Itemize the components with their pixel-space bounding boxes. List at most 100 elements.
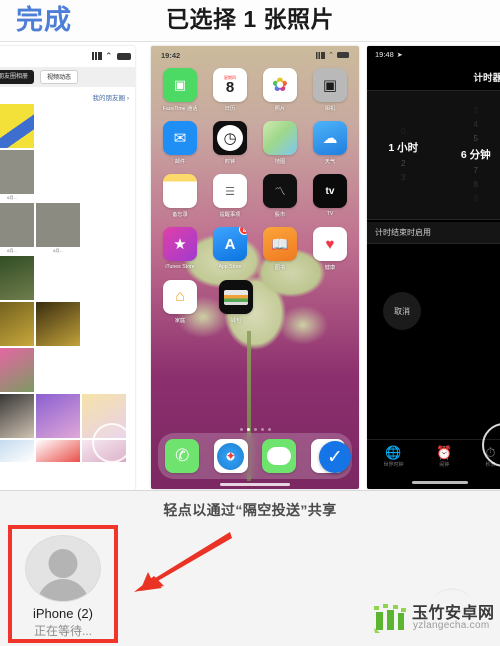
app-icon-weather[interactable]: ☁ 天气 <box>310 121 350 165</box>
grid-photo[interactable] <box>36 203 80 247</box>
timer-end-sound-row[interactable]: 计时结束时启用 <box>367 222 500 244</box>
minute-option[interactable]: 8 <box>474 178 478 192</box>
clock-tab-bar: 🌐 世界时钟 ⏰ 闹钟 ⏱ 秒表 <box>367 439 500 473</box>
grid-photo[interactable] <box>0 203 34 247</box>
grid-photo[interactable] <box>0 104 34 148</box>
moments-photo-grid: 6月... 6月... 6月... <box>0 104 135 464</box>
status-icons: ⌃ <box>316 51 349 59</box>
app-icon-wallet[interactable]: 钱包 <box>216 280 256 324</box>
tab-alarm[interactable]: ⏰ 闹钟 <box>436 446 452 468</box>
app-icon-home[interactable]: ⌂ 家庭 <box>160 280 200 324</box>
grid-row: 6月... 6月... <box>0 203 135 254</box>
photo-thumbnail-wechat[interactable]: ⌃ 朋友圈相册 视频动态 我的朋友圈 › 6月... 6月... 6月... <box>0 46 135 491</box>
grid-photo[interactable] <box>0 348 34 392</box>
hour-option[interactable]: 0 <box>401 125 405 139</box>
app-label: 时钟 <box>224 159 236 165</box>
minute-selected[interactable]: 6 分钟 <box>461 146 491 164</box>
app-icon-maps[interactable]: 地图 <box>260 121 300 165</box>
app-icon-photos[interactable]: ✿ 照片 <box>260 68 300 112</box>
itunes-store-icon: ★ <box>163 227 197 261</box>
grid-photo[interactable] <box>0 394 34 438</box>
app-label: 地图 <box>274 159 286 165</box>
app-icon-stocks[interactable]: 〽 股市 <box>260 174 300 218</box>
app-icon-tv[interactable]: tv TV <box>310 174 350 218</box>
app-label: 家庭 <box>174 318 186 324</box>
app-icon-notes[interactable]: 备忘录 <box>160 174 200 218</box>
app-icon-books[interactable]: 📖 图书 <box>260 227 300 271</box>
hour-option[interactable]: 3 <box>401 171 405 185</box>
my-moments-link[interactable]: 我的朋友圈 › <box>93 92 129 102</box>
app-label: iTunes Store <box>165 264 195 270</box>
safari-icon[interactable]: ✦ <box>213 439 248 473</box>
grid-caption: 6月... <box>36 247 80 254</box>
tab-video-status[interactable]: 视频动态 <box>40 70 79 84</box>
cellular-icon <box>92 52 102 60</box>
grid-row: 6月... <box>0 150 135 201</box>
hour-selected[interactable]: 1 小时 <box>388 139 418 157</box>
app-icon-camera[interactable]: ▣ 相机 <box>310 68 350 112</box>
app-icon-clock[interactable]: ◷ 时钟 <box>210 121 250 165</box>
minute-option[interactable]: 5 <box>474 132 478 146</box>
calendar-icon: 星期四 8 <box>213 68 247 102</box>
grid-photo[interactable] <box>0 150 34 194</box>
grid-photo[interactable] <box>36 440 80 462</box>
minutes-column[interactable]: 3 4 5 6 分钟 7 8 9 <box>445 104 500 206</box>
messages-icon[interactable] <box>262 439 297 473</box>
tab-label: 闹钟 <box>439 461 450 468</box>
avatar-body <box>37 579 89 601</box>
app-icon-reminders[interactable]: ☰ 提醒事项 <box>210 174 250 218</box>
hour-option[interactable]: 2 <box>401 157 405 171</box>
grid-photo[interactable] <box>0 256 34 300</box>
battery-icon <box>337 52 349 58</box>
app-icon-itunes-store[interactable]: ★ iTunes Store <box>160 227 200 271</box>
watermark-logo-icon <box>374 604 406 633</box>
minute-option[interactable]: 9 <box>474 192 478 206</box>
app-icon-calendar[interactable]: 星期四 8 日历 <box>210 68 250 112</box>
phone-icon[interactable]: ✆ <box>165 439 200 473</box>
app-label: 图书 <box>274 265 286 271</box>
app-icon-facetime[interactable]: ▣ FaceTime 通话 <box>160 68 200 112</box>
minute-option[interactable]: 3 <box>474 104 478 118</box>
notes-icon <box>163 174 197 208</box>
grid-row <box>0 348 135 392</box>
books-icon: 📖 <box>263 227 297 261</box>
clock-icon: ◷ <box>213 121 247 155</box>
grid-photo[interactable] <box>36 302 80 346</box>
home-indicator <box>220 483 290 486</box>
app-row: ★ iTunes Store A 8 App Store 📖 图书 ♥ 健康 <box>160 227 350 271</box>
home-indicator <box>411 481 468 484</box>
photo-thumbnail-timer[interactable]: 19:48 ➤ 计时器 0 1 小时 2 3 3 4 5 6 分钟 7 8 9 … <box>367 46 500 489</box>
page-dot <box>253 428 257 431</box>
tab-moments-album[interactable]: 朋友圈相册 <box>0 70 35 84</box>
app-grid: ▣ FaceTime 通话 星期四 8 日历 ✿ 照片 ▣ 相机 ✉ 邮件 ◷ … <box>151 68 359 333</box>
grid-photo[interactable] <box>0 302 34 346</box>
app-icon-health[interactable]: ♥ 健康 <box>310 227 350 271</box>
app-icon-mail[interactable]: ✉ 邮件 <box>160 121 200 165</box>
selected-checkmark-badge[interactable]: ✓ <box>319 441 351 473</box>
app-row: ✉ 邮件 ◷ 时钟 地图 ☁ 天气 <box>160 121 350 165</box>
page-indicator <box>151 428 359 431</box>
stocks-icon: 〽 <box>263 174 297 208</box>
app-row: ⌂ 家庭 钱包 <box>160 280 350 324</box>
avatar <box>25 535 101 602</box>
hours-column[interactable]: 0 1 小时 2 3 <box>372 125 434 185</box>
page-dot <box>239 428 243 431</box>
weather-icon: ☁ <box>313 121 347 155</box>
minute-option[interactable]: 4 <box>474 118 478 132</box>
app-row: ▣ FaceTime 通话 星期四 8 日历 ✿ 照片 ▣ 相机 <box>160 68 350 112</box>
airdrop-device-iphone-2[interactable]: iPhone (2) 正在等待... <box>8 525 118 643</box>
minute-option[interactable]: 7 <box>474 164 478 178</box>
wifi-icon: ⌃ <box>328 51 334 59</box>
tab-world-clock[interactable]: 🌐 世界时钟 <box>383 446 403 468</box>
home-app-icon: ⌂ <box>163 280 197 314</box>
photo-thumbnail-home-screen[interactable]: 19:42 ⌃ ▣ FaceTime 通话 星期四 8 日历 ✿ 照片 ▣ 相机… <box>151 46 359 489</box>
cancel-button[interactable]: 取消 <box>383 292 421 330</box>
timer-picker[interactable]: 0 1 小时 2 3 3 4 5 6 分钟 7 8 9 <box>367 90 500 220</box>
airdrop-device-status: 正在等待... <box>33 624 92 638</box>
app-label: 健康 <box>324 265 336 271</box>
wallet-icon <box>219 280 253 314</box>
app-label: 股市 <box>274 212 286 218</box>
app-icon-app-store[interactable]: A 8 App Store <box>210 227 250 271</box>
grid-photo[interactable] <box>36 394 80 438</box>
grid-photo[interactable] <box>0 440 34 462</box>
